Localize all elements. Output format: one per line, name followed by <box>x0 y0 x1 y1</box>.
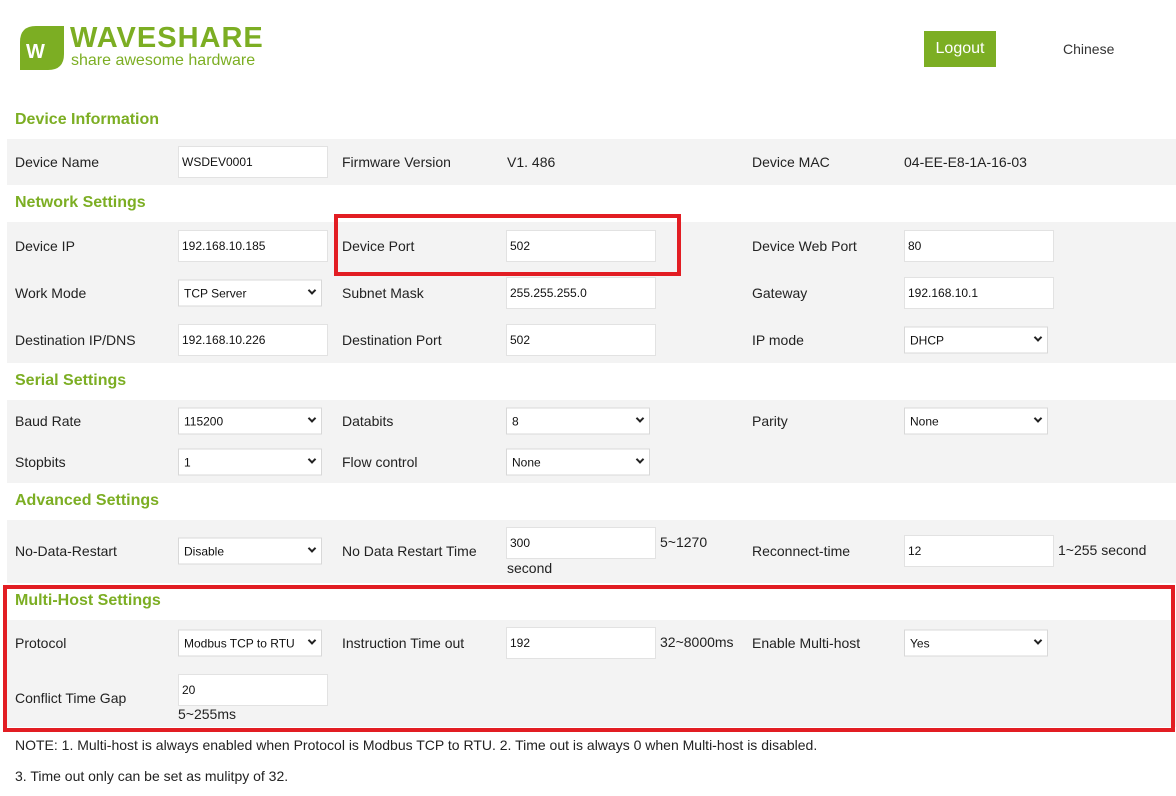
work-mode-value: TCP Server <box>184 287 246 301</box>
reconnect-range: 1~255 second <box>1058 542 1146 558</box>
flow-value: None <box>512 456 541 470</box>
stopbits-value: 1 <box>184 456 191 470</box>
ndr-time-input[interactable] <box>506 527 656 559</box>
gateway-input[interactable] <box>904 277 1054 309</box>
ndr-time-range: 5~1270 <box>660 534 707 550</box>
logo-tagline: share awesome hardware <box>71 52 255 70</box>
ndr-value: Disable <box>184 545 224 559</box>
chevron-down-icon <box>636 455 644 463</box>
ndr-label: No-Data-Restart <box>15 543 117 559</box>
parity-value: None <box>910 415 939 429</box>
dest-port-label: Destination Port <box>342 332 442 348</box>
note-line-2: 3. Time out only can be set as mulitpy o… <box>15 768 288 784</box>
ndr-time-label: No Data Restart Time <box>342 543 477 559</box>
flow-select[interactable]: None <box>506 449 650 476</box>
device-ip-input[interactable] <box>178 230 328 262</box>
databits-value: 8 <box>512 415 519 429</box>
logout-button[interactable]: Logout <box>924 31 996 67</box>
work-mode-label: Work Mode <box>15 285 86 301</box>
ip-mode-select[interactable]: DHCP <box>904 327 1048 354</box>
web-port-input[interactable] <box>904 230 1054 262</box>
flow-label: Flow control <box>342 454 417 470</box>
chevron-down-icon <box>308 414 316 422</box>
advanced-heading: Advanced Settings <box>15 492 159 510</box>
highlight-box-device-port <box>334 214 681 276</box>
subnet-input[interactable] <box>506 277 656 309</box>
device-name-input[interactable] <box>178 146 328 178</box>
chevron-down-icon <box>1034 414 1042 422</box>
web-port-label: Device Web Port <box>752 238 857 254</box>
mac-value: 04-EE-E8-1A-16-03 <box>904 154 1027 170</box>
dest-ip-input[interactable] <box>178 324 328 356</box>
device-ip-label: Device IP <box>15 238 75 254</box>
databits-select[interactable]: 8 <box>506 408 650 435</box>
chevron-down-icon <box>636 414 644 422</box>
gateway-label: Gateway <box>752 285 807 301</box>
ip-mode-label: IP mode <box>752 332 804 348</box>
dest-ip-label: Destination IP/DNS <box>15 332 136 348</box>
mac-label: Device MAC <box>752 154 830 170</box>
stopbits-select[interactable]: 1 <box>178 449 322 476</box>
chevron-down-icon <box>308 455 316 463</box>
databits-label: Databits <box>342 413 393 429</box>
device-info-heading: Device Information <box>15 111 159 129</box>
logo-title: WAVESHARE <box>70 22 264 55</box>
chevron-down-icon <box>308 544 316 552</box>
work-mode-select[interactable]: TCP Server <box>178 280 322 307</box>
baud-label: Baud Rate <box>15 413 81 429</box>
waveshare-logo: W WAVESHARE share awesome hardware <box>18 24 280 72</box>
ip-mode-value: DHCP <box>910 334 944 348</box>
network-heading: Network Settings <box>15 194 146 212</box>
reconnect-label: Reconnect-time <box>752 543 850 559</box>
highlight-box-multihost <box>3 585 1175 732</box>
chevron-down-icon <box>1034 333 1042 341</box>
parity-select[interactable]: None <box>904 408 1048 435</box>
dest-port-input[interactable] <box>506 324 656 356</box>
language-link[interactable]: Chinese <box>1063 41 1114 57</box>
subnet-label: Subnet Mask <box>342 285 424 301</box>
ndr-time-unit: second <box>507 560 552 576</box>
reconnect-input[interactable] <box>904 535 1054 567</box>
device-name-label: Device Name <box>15 154 99 170</box>
waveshare-leaf-icon: W <box>18 24 66 72</box>
baud-value: 115200 <box>184 415 223 429</box>
ndr-select[interactable]: Disable <box>178 538 322 565</box>
svg-text:W: W <box>26 41 45 63</box>
stopbits-label: Stopbits <box>15 454 66 470</box>
chevron-down-icon <box>308 286 316 294</box>
firmware-value: V1. 486 <box>507 154 555 170</box>
serial-heading: Serial Settings <box>15 372 126 390</box>
firmware-label: Firmware Version <box>342 154 451 170</box>
baud-select[interactable]: 115200 <box>178 408 322 435</box>
parity-label: Parity <box>752 413 788 429</box>
note-line-1: NOTE: 1. Multi-host is always enabled wh… <box>15 737 817 753</box>
